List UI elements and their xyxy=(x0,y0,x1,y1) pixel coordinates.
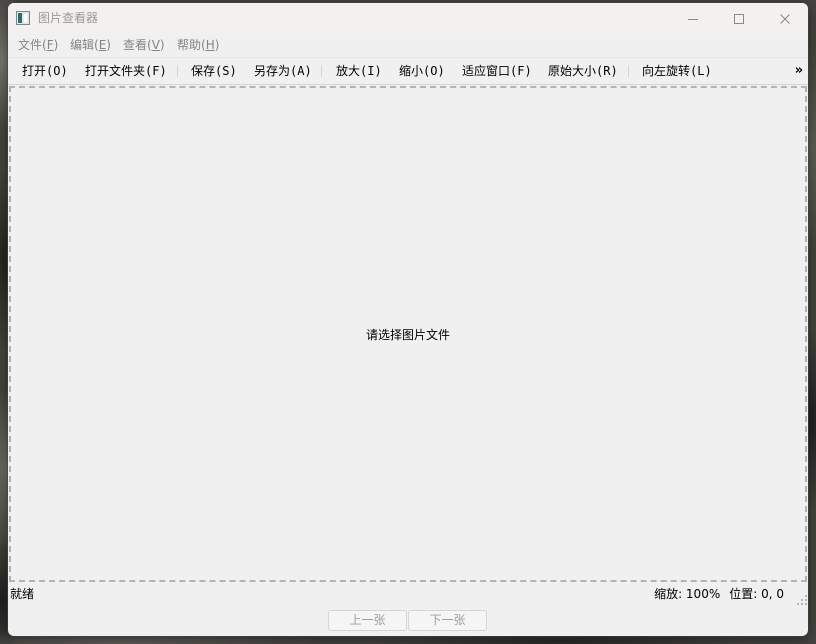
toolbar-separator xyxy=(628,65,629,77)
fit-window-button[interactable]: 适应窗口(F) xyxy=(456,61,538,81)
maximize-icon xyxy=(734,13,744,24)
zoom-status: 缩放: 100% xyxy=(654,587,721,601)
toolbar: 打开(O) 打开文件夹(F) 保存(S) 另存为(A) 放大(I) 缩小(O) … xyxy=(8,57,808,85)
save-as-button[interactable]: 另存为(A) xyxy=(248,61,318,81)
next-image-button[interactable]: 下一张 xyxy=(408,610,487,631)
menu-help[interactable]: 帮助(H) xyxy=(173,34,223,57)
status-info: 缩放: 100% 位置: 0, 0 xyxy=(654,583,784,606)
close-button[interactable] xyxy=(762,3,808,34)
menu-file[interactable]: 文件(F) xyxy=(14,34,62,57)
accelerator-key: V xyxy=(151,38,160,52)
accelerator-key: E xyxy=(98,38,107,52)
status-bar: 就绪 缩放: 100% 位置: 0, 0 xyxy=(8,583,808,606)
title-bar[interactable]: 图片查看器 xyxy=(8,3,808,34)
toolbar-separator xyxy=(177,65,178,77)
accelerator-key: H xyxy=(205,38,215,52)
toolbar-separator xyxy=(321,65,322,77)
position-status: 位置: 0, 0 xyxy=(729,587,784,601)
menu-edit[interactable]: 编辑(E) xyxy=(66,34,115,57)
rotate-left-button[interactable]: 向左旋转(L) xyxy=(636,61,718,81)
minimize-button[interactable] xyxy=(670,3,716,34)
empty-placeholder-text: 请选择图片文件 xyxy=(365,327,450,342)
accelerator-key: F xyxy=(46,38,54,52)
app-window: 图片查看器 文件(F) 编辑(E) 查看(V) 帮助(H) 打开(O) 打开文件… xyxy=(8,3,808,636)
size-grip-icon[interactable] xyxy=(797,595,807,605)
toolbar-overflow-button[interactable]: » xyxy=(791,61,807,81)
minimize-icon xyxy=(688,18,698,20)
prev-image-button[interactable]: 上一张 xyxy=(328,610,407,631)
menu-view[interactable]: 查看(V) xyxy=(119,34,169,57)
open-folder-button[interactable]: 打开文件夹(F) xyxy=(79,61,173,81)
zoom-out-button[interactable]: 缩小(O) xyxy=(393,61,451,81)
close-icon xyxy=(780,13,790,24)
status-message: 就绪 xyxy=(10,587,35,601)
maximize-button[interactable] xyxy=(716,3,762,34)
actual-size-button[interactable]: 原始大小(R) xyxy=(542,61,624,81)
open-button[interactable]: 打开(O) xyxy=(16,61,74,81)
menu-bar: 文件(F) 编辑(E) 查看(V) 帮助(H) xyxy=(8,34,808,57)
zoom-in-button[interactable]: 放大(I) xyxy=(330,61,388,81)
image-view-area[interactable]: 请选择图片文件 xyxy=(9,86,807,582)
window-title: 图片查看器 xyxy=(38,11,99,25)
image-viewer-app-icon xyxy=(16,11,30,25)
save-button[interactable]: 保存(S) xyxy=(185,61,243,81)
